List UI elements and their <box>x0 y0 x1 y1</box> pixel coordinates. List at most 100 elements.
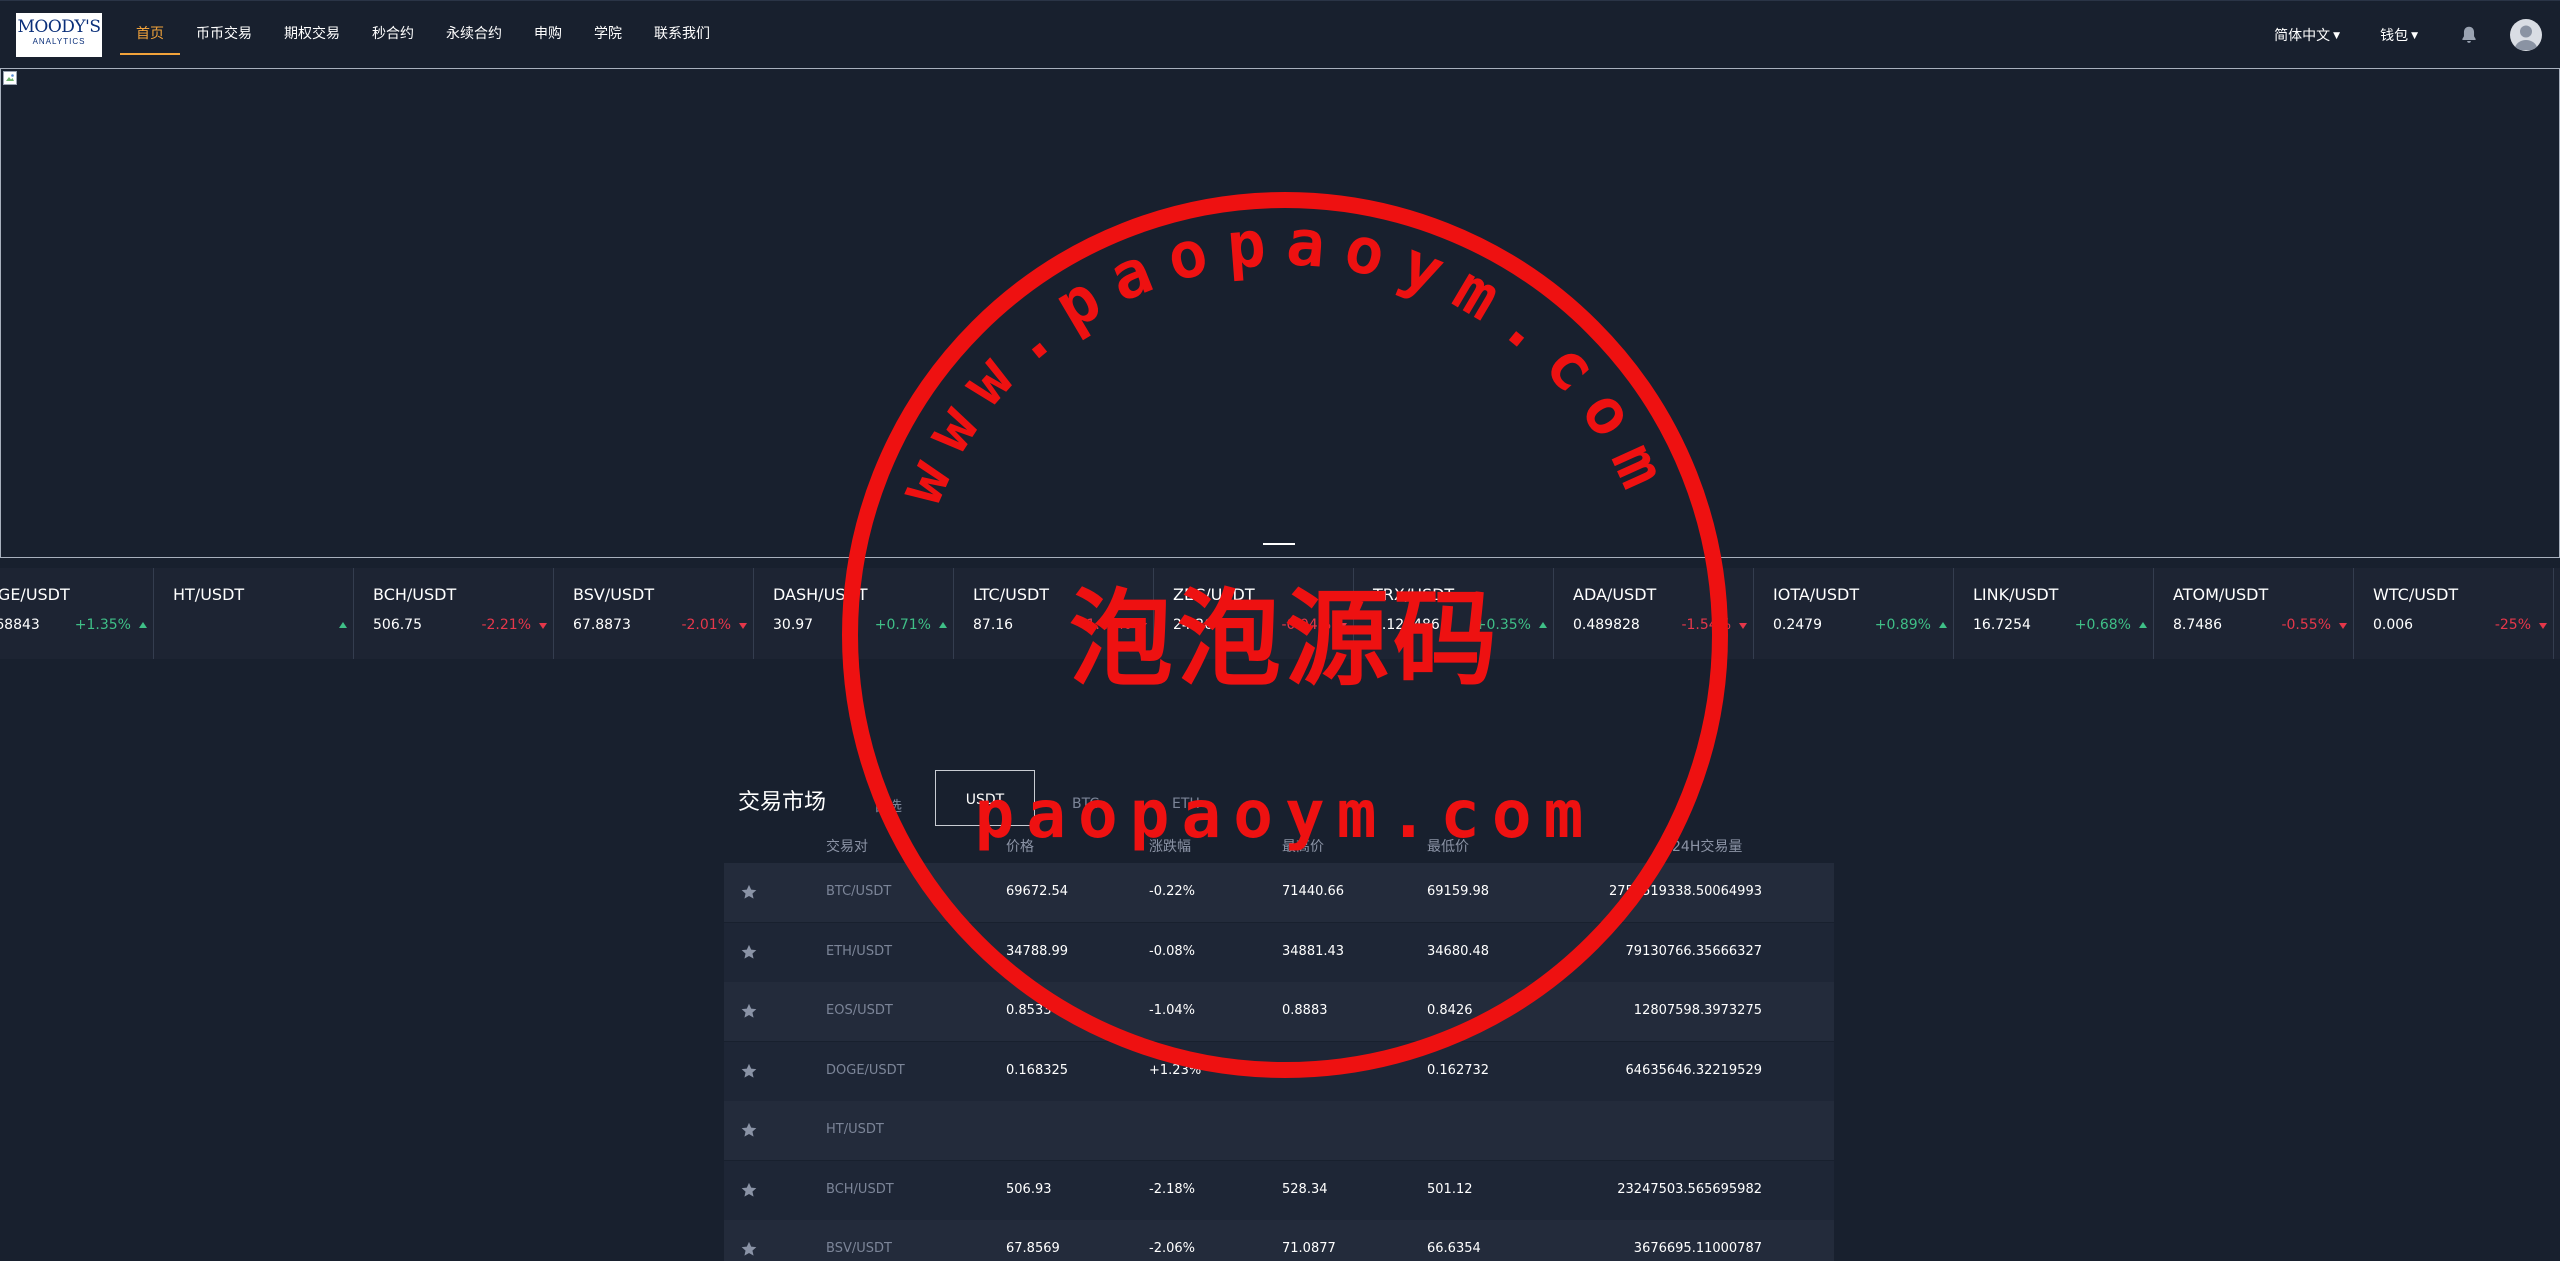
nav-item-home[interactable]: 首页 <box>120 1 180 68</box>
ticker-item[interactable]: ATOM/USDT 8.7486 -0.55% <box>2154 568 2354 659</box>
ticker-price: 0.489828 <box>1573 617 1640 633</box>
market-table-row[interactable]: BTC/USDT 69672.54 -0.22% 71440.66 69159.98 27… <box>724 863 1834 922</box>
market-low-cell: 0.8426 <box>1427 1003 1473 1018</box>
ticker-change: -2.01% <box>681 617 731 633</box>
nav-item-second-contract[interactable]: 秒合约 <box>356 1 430 68</box>
nav-item-spot-trading[interactable]: 币币交易 <box>180 1 268 68</box>
ticker-item[interactable]: BSV/USDT 67.8873 -2.01% <box>554 568 754 659</box>
ticker-item[interactable]: LTC/USDT 87.16 -1.44% <box>954 568 1154 659</box>
market-table-row[interactable]: DOGE/USDT 0.168325 +1.23% 0.174505 0.162732 6… <box>724 1041 1834 1101</box>
ticker-item[interactable]: ADA/USDT 0.489828 -1.54% <box>1554 568 1754 659</box>
wallet-dropdown[interactable]: 钱包 ▼ <box>2380 25 2418 45</box>
arrow-down-icon <box>2339 623 2347 629</box>
market-price-cell: 34788.99 <box>1006 943 1069 959</box>
market-title: 交易市场 <box>738 790 827 815</box>
star-icon[interactable] <box>740 1002 758 1020</box>
ticker-price: 0.168843 <box>0 617 40 633</box>
column-header-change[interactable]: 涨跌幅 <box>1149 836 1191 856</box>
ticker-item[interactable]: WTC/USDT 0.006 -25% <box>2354 568 2554 659</box>
ticker-change: -1.54% <box>1681 617 1731 633</box>
arrow-up-icon <box>1539 622 1547 628</box>
ticker-item[interactable]: TRX/USDT 0.123486 +0.35% <box>1354 568 1554 659</box>
arrow-down-icon <box>2539 623 2547 629</box>
column-header-price[interactable]: 价格 <box>1006 836 1034 856</box>
ticker-price: 24.26 <box>1173 617 1214 633</box>
market-low-cell: 69159.98 <box>1427 884 1490 899</box>
market-high-cell: 0.8883 <box>1282 1003 1328 1018</box>
ticker-item[interactable]: BCH/USDT 506.75 -2.21% <box>354 568 554 659</box>
ticker-pair: HT/USDT <box>173 585 245 604</box>
bell-icon[interactable] <box>2458 24 2480 46</box>
column-header-pair[interactable]: 交易对 <box>826 836 868 856</box>
column-header-volume[interactable]: 24H交易量 <box>1672 836 1742 856</box>
arrow-up-icon <box>339 622 347 628</box>
hero-banner[interactable] <box>0 68 2560 558</box>
market-pair-cell: BCH/USDT <box>826 1181 894 1197</box>
arrow-down-icon <box>739 623 747 629</box>
nav-item-contact-us[interactable]: 联系我们 <box>638 1 726 68</box>
wallet-label: 钱包 <box>2380 27 2409 44</box>
market-volume-cell: 2751519338.50064993 <box>1608 884 1762 899</box>
ticker-price: 87.16 <box>973 617 1014 633</box>
market-volume-cell: 64635646.32219529 <box>1625 1062 1762 1078</box>
market-volume-cell: 79130766.35666327 <box>1625 943 1762 959</box>
star-icon[interactable] <box>740 1181 758 1199</box>
chevron-down-icon: ▼ <box>2411 30 2418 41</box>
market-high-cell: 71.0877 <box>1282 1241 1336 1256</box>
star-icon[interactable] <box>740 883 758 901</box>
star-icon[interactable] <box>740 1121 758 1139</box>
market-change-cell: -0.22% <box>1149 884 1195 899</box>
market-low-cell: 34680.48 <box>1427 943 1490 959</box>
ticker-item[interactable]: HT/USDT <box>154 568 354 659</box>
ticker-price: 0.123486 <box>1373 617 1440 633</box>
arrow-up-icon <box>939 622 947 628</box>
column-header-low[interactable]: 最低价 <box>1427 836 1469 856</box>
arrow-up-icon <box>2139 622 2147 628</box>
tab-favorites[interactable]: 自选 <box>874 796 902 816</box>
tab-usdt[interactable]: USDT <box>935 770 1035 826</box>
nav-item-academy[interactable]: 学院 <box>578 1 638 68</box>
carousel-indicator[interactable] <box>1263 543 1295 545</box>
market-table-row[interactable]: BSV/USDT 67.8569 -2.06% 71.0877 66.6354 36766… <box>724 1220 1834 1261</box>
ticker-price: 16.7254 <box>1973 617 2031 633</box>
nav-item-subscription[interactable]: 申购 <box>518 1 578 68</box>
market-change-cell: -0.08% <box>1149 943 1195 959</box>
market-price-cell: 67.8569 <box>1006 1241 1060 1256</box>
moodys-logo[interactable]: MOODY'S ANALYTICS <box>16 13 102 57</box>
ticker-pair: BCH/USDT <box>373 585 457 604</box>
market-table-row[interactable]: EOS/USDT 0.8533 -1.04% 0.8883 0.8426 12807598… <box>724 982 1834 1041</box>
market-table-row[interactable]: BCH/USDT 506.93 -2.18% 528.34 501.12 23247503… <box>724 1160 1834 1220</box>
arrow-down-icon <box>1139 623 1147 629</box>
language-dropdown[interactable]: 简体中文 ▼ <box>2274 25 2340 45</box>
market-pair-cell: ETH/USDT <box>826 943 893 959</box>
ticker-pair: TRX/USDT <box>1373 585 1455 604</box>
ticker-price: 506.75 <box>373 617 422 633</box>
tab-eth[interactable]: ETH <box>1172 796 1200 812</box>
ticker-item[interactable]: DOGE/USDT 0.168843 +1.35% <box>0 568 154 659</box>
market-table-row[interactable]: ETH/USDT 34788.99 -0.08% 34881.43 34680.48 79… <box>724 922 1834 982</box>
ticker-item[interactable]: IOTA/USDT 0.2479 +0.89% <box>1754 568 1954 659</box>
nav-item-options-trading[interactable]: 期权交易 <box>268 1 356 68</box>
star-icon[interactable] <box>740 1240 758 1258</box>
ticker-pair: IOTA/USDT <box>1773 585 1860 604</box>
market-high-cell: 34881.43 <box>1282 943 1345 959</box>
main-nav: 首页 币币交易 期权交易 秒合约 永续合约 申购 学院 联系我们 <box>120 1 726 68</box>
ticker-change: +0.68% <box>2074 617 2131 633</box>
market-table-row[interactable]: HT/USDT <box>724 1101 1834 1160</box>
ticker-item[interactable]: DASH/USDT 30.97 +0.71% <box>754 568 954 659</box>
market-pair-cell: HT/USDT <box>826 1122 884 1137</box>
column-header-high[interactable]: 最高价 <box>1282 836 1324 856</box>
star-icon[interactable] <box>740 943 758 961</box>
star-icon[interactable] <box>740 1062 758 1080</box>
market-low-cell: 501.12 <box>1427 1181 1473 1197</box>
ticker-change: -0.04% <box>1281 617 1331 633</box>
market-high-cell: 528.34 <box>1282 1181 1328 1197</box>
avatar-icon[interactable] <box>2510 18 2542 51</box>
nav-item-perpetual-contract[interactable]: 永续合约 <box>430 1 518 68</box>
ticker-price: 30.97 <box>773 617 814 633</box>
ticker-pair: LTC/USDT <box>973 585 1050 604</box>
market-price-cell: 0.8533 <box>1006 1003 1052 1018</box>
ticker-item[interactable]: LINK/USDT 16.7254 +0.68% <box>1954 568 2154 659</box>
tab-btc[interactable]: BTC <box>1072 796 1099 812</box>
ticker-item[interactable]: ZEC/USDT 24.26 -0.04% <box>1154 568 1354 659</box>
